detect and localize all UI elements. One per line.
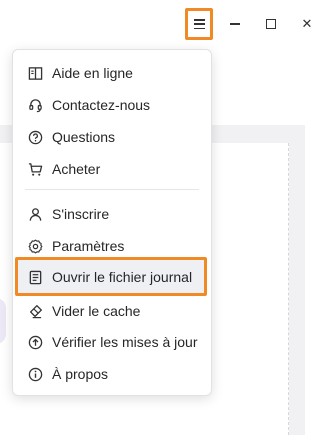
background-decoration: [0, 298, 6, 344]
minimize-button[interactable]: [221, 8, 249, 40]
menu-item-sign-up[interactable]: S'inscrire: [13, 199, 211, 229]
close-icon: ✕: [301, 16, 313, 31]
menu-item-questions[interactable]: Questions: [13, 122, 211, 152]
headset-icon: [27, 97, 43, 113]
main-dropdown-menu: Aide en ligne Contactez-nous Questions A…: [12, 49, 212, 396]
menu-item-buy[interactable]: Acheter: [13, 154, 211, 184]
eraser-icon: [27, 303, 43, 319]
menu-item-open-log-file[interactable]: Ouvrir le fichier journal: [13, 262, 211, 292]
menu-item-label: Vérifier les mises à jour: [52, 334, 198, 350]
question-circle-icon: [27, 129, 43, 145]
menu-item-about[interactable]: À propos: [13, 359, 211, 389]
maximize-button[interactable]: [257, 8, 285, 40]
menu-item-label: Questions: [52, 129, 116, 145]
cart-icon: [27, 161, 43, 177]
close-button[interactable]: ✕: [293, 8, 321, 40]
gear-icon: [27, 238, 43, 254]
upload-circle-icon: [27, 334, 43, 350]
menu-item-label: Contactez-nous: [52, 97, 151, 113]
log-file-icon: [27, 269, 43, 285]
menu-item-label: Vider le cache: [52, 303, 141, 319]
book-icon: [27, 65, 43, 81]
maximize-icon: [266, 19, 276, 29]
menu-item-label: Ouvrir le fichier journal: [52, 269, 193, 285]
menu-item-contact-us[interactable]: Contactez-nous: [13, 90, 211, 120]
main-menu-button[interactable]: [185, 8, 213, 40]
menu-item-label: À propos: [52, 366, 109, 382]
menu-item-online-help[interactable]: Aide en ligne: [13, 58, 211, 88]
menu-item-label: Aide en ligne: [52, 65, 133, 81]
menu-item-clear-cache[interactable]: Vider le cache: [13, 296, 211, 326]
menu-item-label: Acheter: [52, 161, 101, 177]
user-icon: [27, 206, 43, 222]
menu-item-label: S'inscrire: [52, 206, 110, 222]
menu-item-label: Paramètres: [52, 238, 125, 254]
menu-divider: [25, 189, 199, 190]
app-window: ✕ Aide en ligne Contactez-nous Questions: [0, 0, 330, 435]
hamburger-icon: [193, 19, 205, 29]
info-circle-icon: [27, 366, 43, 382]
minimize-icon: [230, 23, 240, 25]
menu-item-check-updates[interactable]: Vérifier les mises à jour: [13, 327, 211, 357]
